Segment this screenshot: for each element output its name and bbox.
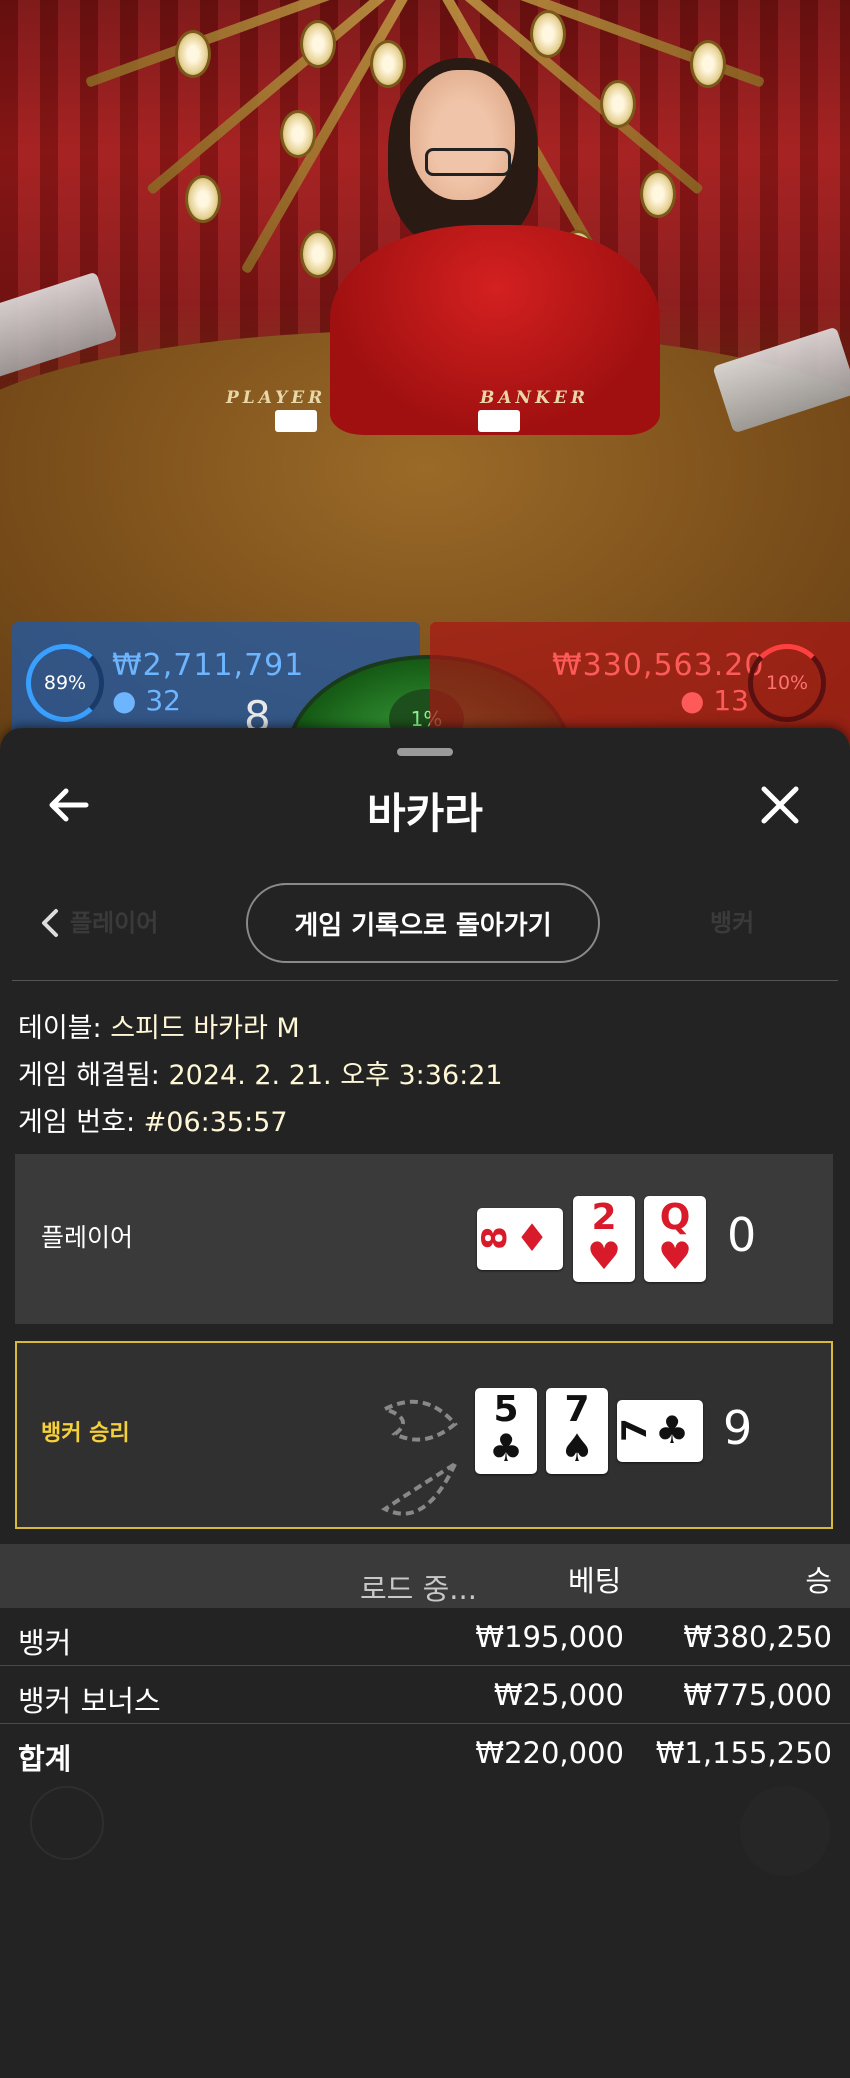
banker-card-2: 7 ♠ [546, 1388, 608, 1474]
decor-petal [185, 175, 221, 223]
table-card [275, 410, 317, 432]
decor-petal [530, 10, 566, 58]
divider [12, 980, 838, 981]
felt-banker-label: BANKER [480, 388, 589, 408]
player-score: 0 [727, 1208, 757, 1262]
banker-win-label: 뱅커 승리 [41, 1421, 130, 1446]
game-number: #06:35:57 [143, 1107, 288, 1138]
decor-petal [280, 110, 316, 158]
dealer-face [410, 70, 515, 200]
banker-users: ● 13 [680, 684, 749, 717]
win-amount: ₩380,250 [683, 1620, 832, 1654]
decor-petal [600, 80, 636, 128]
ghost-background-text: 플레이어 [70, 909, 159, 937]
decor-petal [175, 30, 211, 78]
player-card-3: Q ♥ [644, 1196, 706, 1282]
decor-petal [370, 40, 406, 88]
game-number-info: 게임 번호: #06:35:57 [18, 1107, 288, 1138]
sheet-grabber[interactable] [397, 748, 453, 756]
banker-percent-ring: 10% [748, 644, 826, 722]
chevron-left-icon[interactable] [20, 893, 80, 953]
bet-column-header: 베팅 [568, 1564, 622, 1598]
decor-petal [640, 170, 676, 218]
bet-amount: ₩25,000 [493, 1678, 624, 1712]
ghost-menu-icon [740, 1786, 830, 1876]
player-total-amount: ₩2,711,791 [112, 648, 305, 683]
player-percent: 89% [43, 672, 87, 694]
player-result-row: 플레이어 8 ♦ 2 ♥ Q ♥ 0 [15, 1154, 833, 1324]
decor-petal [300, 20, 336, 68]
banker-card-1: 5 ♣ [475, 1388, 537, 1474]
bet-name: 뱅커 [18, 1626, 72, 1660]
player-users: ● 32 [112, 684, 181, 717]
table-name: 스피드 바카라 M [110, 1013, 300, 1044]
banker-percent: 10% [765, 672, 809, 694]
decor-petal [300, 230, 336, 278]
ghost-chip-icon [30, 1786, 104, 1860]
banker-card-3: 7 ♣ [615, 1400, 703, 1462]
table-card [478, 410, 520, 432]
player-card-1: 8 ♦ [475, 1208, 563, 1270]
sheet-title: 바카라 [367, 789, 483, 838]
bet-name: 뱅커 보너스 [18, 1684, 161, 1718]
bet-row: 뱅커 ₩195,000 ₩380,250 [0, 1608, 850, 1666]
dealer-glasses [425, 148, 511, 176]
total-win: ₩1,155,250 [655, 1736, 832, 1770]
banker-total-amount: ₩330,563.20 [552, 648, 765, 683]
decor-petal [690, 40, 726, 88]
player-label: 플레이어 [41, 1223, 134, 1252]
bets-table-header: 로드 중... 베팅 승 [0, 1544, 850, 1608]
resolved-time: 2024. 2. 21. 오후 3:36:21 [168, 1060, 503, 1091]
bet-total-row: 합계 ₩220,000 ₩1,155,250 [0, 1724, 850, 1781]
loading-text: 로드 중... [360, 1572, 477, 1606]
user-icon: ● [680, 684, 705, 717]
banker-result-row: 뱅커 승리 5 ♣ 7 ♠ 7 ♣ 9 [15, 1341, 833, 1529]
player-percent-ring: 89% [26, 644, 104, 722]
loading-spinner-icon [381, 1399, 458, 1516]
bet-amount: ₩195,000 [475, 1620, 624, 1654]
win-column-header: 승 [805, 1564, 832, 1598]
user-icon: ● [112, 684, 137, 717]
felt-player-label: PLAYER [226, 388, 327, 408]
bet-row: 뱅커 보너스 ₩25,000 ₩775,000 [0, 1666, 850, 1724]
resolved-info: 게임 해결됨: 2024. 2. 21. 오후 3:36:21 [18, 1060, 503, 1091]
banker-score: 9 [723, 1401, 753, 1455]
win-amount: ₩775,000 [683, 1678, 832, 1712]
table-info: 테이블: 스피드 바카라 M [18, 1013, 300, 1044]
total-label: 합계 [18, 1742, 72, 1776]
close-icon[interactable] [750, 775, 810, 835]
ghost-background-text: 뱅커 [710, 909, 755, 937]
back-to-history-button[interactable]: 게임 기록으로 돌아가기 [246, 883, 600, 963]
live-dealer-video: PLAYER BANKER 89% ₩2,711,791 ● 32 8 1% ₩… [0, 0, 850, 760]
player-card-2: 2 ♥ [573, 1196, 635, 1282]
banker-bet-stats: ₩330,563.20 ● 13 10% [430, 622, 850, 742]
game-history-sheet: 바카라 플레이어 뱅커 게임 기록으로 돌아가기 테이블: 스피드 바카라 M … [0, 728, 850, 2078]
total-bet: ₩220,000 [475, 1736, 624, 1770]
